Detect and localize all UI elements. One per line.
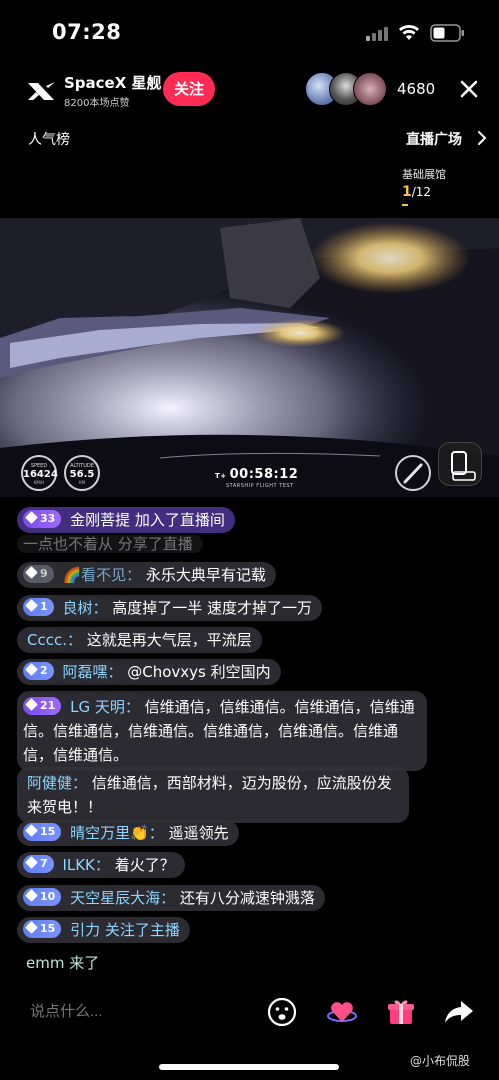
chat-username[interactable]: emm bbox=[26, 954, 64, 972]
join-user[interactable]: 金刚菩提 bbox=[70, 511, 130, 529]
page-indicator: 1/12 bbox=[402, 184, 431, 200]
chat-message[interactable]: 15 晴空万里👏： 遥遥领先 bbox=[17, 820, 239, 846]
level-badge: 15 bbox=[23, 823, 62, 841]
chat-message[interactable]: Cccc.： 这就是再大气层，平流层 bbox=[17, 627, 262, 653]
watermark: @小布侃股 bbox=[410, 1054, 471, 1068]
chat-text: 高度掉了一半 速度才掉了一万 bbox=[112, 599, 313, 617]
spacex-logo-icon[interactable] bbox=[24, 74, 58, 108]
chat-username[interactable]: 阿健健： bbox=[27, 774, 87, 792]
like-heart-icon[interactable] bbox=[326, 996, 358, 1028]
chat-message[interactable]: 1 良树： 高度掉了一半 速度才掉了一万 bbox=[17, 595, 323, 621]
screen-rotate-button[interactable] bbox=[438, 442, 482, 486]
chat-message[interactable]: emm 来了 bbox=[17, 950, 109, 976]
attitude-gauge bbox=[395, 455, 431, 491]
chat-text: 着火了？ bbox=[114, 856, 175, 874]
chat-username[interactable]: 天空星辰大海： bbox=[70, 889, 175, 907]
join-text: 加入了直播间 bbox=[134, 511, 225, 529]
chat-text: 还有八分减速钟溅落 bbox=[179, 889, 315, 907]
chat-username[interactable]: ILKK： bbox=[62, 856, 109, 874]
level-badge: 15 bbox=[23, 920, 62, 938]
rocket-attitude-icon bbox=[403, 463, 423, 484]
chat-message[interactable]: 15 引力 关注了主播 bbox=[17, 917, 190, 943]
mission-timer: T+ 00:58:12 bbox=[215, 467, 299, 482]
wifi-icon bbox=[399, 25, 419, 40]
level-badge: 9 bbox=[23, 565, 54, 583]
chat-username[interactable]: Cccc.： bbox=[27, 631, 82, 649]
follow-button[interactable]: 关注 bbox=[163, 72, 215, 106]
battery-icon bbox=[430, 24, 464, 42]
status-time: 07:28 bbox=[52, 20, 122, 44]
speed-gauge: SPEED 16424 KM/H bbox=[21, 455, 58, 491]
home-indicator[interactable] bbox=[159, 1064, 339, 1070]
join-notice: 33 金刚菩提 加入了直播间 bbox=[17, 507, 235, 533]
page-current: 1 bbox=[402, 184, 412, 200]
chat-text: 永乐大典早有记载 bbox=[145, 566, 266, 584]
bottom-bar bbox=[0, 990, 499, 1036]
viewer-avatars[interactable] bbox=[305, 72, 387, 106]
viewer-count[interactable]: 4680 bbox=[397, 80, 435, 98]
chat-message[interactable]: 21 LG 天明： 信维通信，信维通信。信维通信，信维通信。信维通信，信维通信。… bbox=[17, 691, 427, 771]
chat-message[interactable]: 阿健健： 信维通信，西部材料，迈为股份，应流股份发来贺电！！ bbox=[17, 767, 409, 823]
chat-message[interactable]: 9 🌈看不见： 永乐大典早有记载 bbox=[17, 562, 276, 588]
chat-username[interactable]: 🌈看不见： bbox=[62, 566, 141, 584]
chat-message[interactable]: 10 天空星辰大海： 还有八分减速钟溅落 bbox=[17, 885, 325, 911]
chat-text: 来了 bbox=[69, 954, 100, 972]
mission-subtitle: STARSHIP FLIGHT TEST bbox=[226, 483, 294, 489]
chat-message[interactable]: 7 ILKK： 着火了？ bbox=[17, 852, 185, 878]
phone-rotate-icon bbox=[451, 451, 476, 481]
chat-username[interactable]: 引力 bbox=[70, 921, 100, 939]
page-total: /12 bbox=[411, 185, 432, 199]
altitude-gauge: ALTITUDE 56.5 KM bbox=[64, 455, 100, 491]
comment-input[interactable] bbox=[18, 990, 248, 1034]
page-indicator-underline bbox=[402, 204, 408, 206]
level-badge: 7 bbox=[23, 855, 54, 873]
live-plaza-link[interactable]: 直播广场 bbox=[406, 129, 462, 149]
gift-icon[interactable] bbox=[385, 996, 417, 1028]
close-icon[interactable] bbox=[458, 78, 480, 100]
chat-message[interactable]: 2 阿磊嘿： @Chovxys 利空国内 bbox=[17, 659, 281, 685]
share-arrow-icon[interactable] bbox=[443, 996, 475, 1028]
chat-username[interactable]: LG 天明： bbox=[70, 698, 140, 716]
signal-icon bbox=[366, 25, 392, 41]
chevron-right-icon[interactable] bbox=[476, 130, 488, 146]
chat-username[interactable]: 晴空万里👏： bbox=[70, 824, 164, 842]
speed-value: 16424 bbox=[23, 469, 58, 480]
chat-text: 遥遥领先 bbox=[168, 824, 229, 842]
level-badge: 21 bbox=[23, 697, 62, 715]
chat-text: @Chovxys 利空国内 bbox=[127, 663, 271, 681]
avatar[interactable] bbox=[353, 72, 387, 106]
level-badge: 33 bbox=[23, 510, 62, 528]
popularity-rank-link[interactable]: 人气榜 bbox=[28, 129, 70, 149]
showroom-label[interactable]: 基础展馆 bbox=[402, 166, 446, 182]
faded-message: 一点也不着从 分享了直播 bbox=[17, 535, 203, 553]
live-header: SpaceX 星舰 8200本场点赞 关注 4680 bbox=[0, 66, 499, 116]
level-badge: 10 bbox=[23, 888, 62, 906]
host-likes: 8200本场点赞 bbox=[64, 98, 130, 109]
status-bar: 07:28 bbox=[0, 0, 499, 64]
altitude-value: 56.5 bbox=[69, 469, 95, 480]
chat-text: 关注了主播 bbox=[104, 921, 180, 939]
chat-username[interactable]: 阿磊嘿： bbox=[62, 663, 122, 681]
chat-text: 这就是再大气层，平流层 bbox=[86, 631, 252, 649]
emoji-icon[interactable] bbox=[266, 996, 298, 1028]
level-badge: 2 bbox=[23, 662, 54, 680]
level-badge: 1 bbox=[23, 598, 54, 616]
chat-username[interactable]: 良树： bbox=[62, 599, 107, 617]
host-name[interactable]: SpaceX 星舰 bbox=[64, 72, 162, 93]
